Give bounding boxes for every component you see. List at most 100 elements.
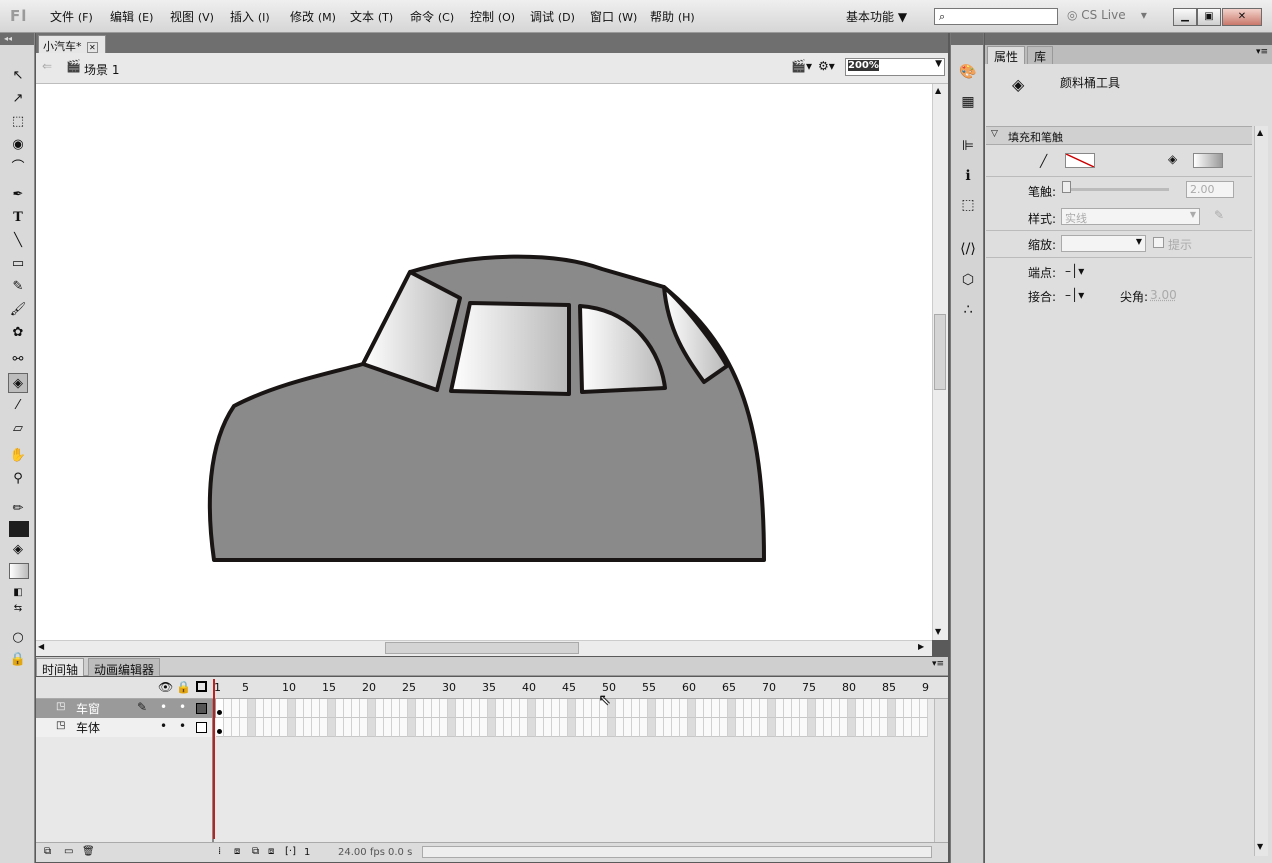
frame-cell[interactable]	[336, 718, 344, 737]
stroke-color-icon[interactable]: ✏	[8, 499, 28, 519]
frame-cell[interactable]	[816, 718, 824, 737]
frame-cell[interactable]	[848, 699, 856, 718]
frame-cell[interactable]	[840, 718, 848, 737]
frame-cell[interactable]	[224, 699, 232, 718]
new-folder-icon[interactable]: ▭	[64, 846, 73, 857]
frame-cell[interactable]	[424, 699, 432, 718]
rectangle-tool-icon[interactable]: ▭	[8, 254, 28, 274]
collapse-icon[interactable]: ◂◂	[0, 33, 34, 45]
keyframe-dot[interactable]	[217, 729, 222, 734]
frame-cell[interactable]	[336, 699, 344, 718]
panel-menu-icon[interactable]: ▾≡	[932, 659, 944, 669]
outline-color-box[interactable]	[196, 703, 207, 714]
frame-cell[interactable]	[624, 699, 632, 718]
frame-cell[interactable]	[552, 718, 560, 737]
frame-cell[interactable]	[480, 699, 488, 718]
scroll-down-icon[interactable]: ▼	[935, 627, 941, 636]
outline-color-box[interactable]	[196, 722, 207, 733]
frame-cell[interactable]	[296, 718, 304, 737]
eraser-tool-icon[interactable]: ▱	[8, 419, 28, 439]
frame-cell[interactable]	[568, 718, 576, 737]
frame-cell[interactable]	[472, 699, 480, 718]
frame-cell[interactable]	[320, 699, 328, 718]
frame-cell[interactable]	[920, 699, 928, 718]
frame-cell[interactable]	[472, 718, 480, 737]
frame-rate[interactable]: 24.00 fps	[338, 847, 385, 858]
frame-cell[interactable]	[752, 699, 760, 718]
visibility-dot[interactable]: •	[160, 719, 167, 733]
menu-text[interactable]: 文本 (T)	[350, 8, 393, 25]
swatches-panel-icon[interactable]: ▦	[959, 93, 977, 111]
frame-cell[interactable]	[448, 718, 456, 737]
frame-cell[interactable]	[456, 699, 464, 718]
frame-cell[interactable]	[440, 718, 448, 737]
frame-cell[interactable]	[672, 718, 680, 737]
info-panel-icon[interactable]: ℹ	[959, 167, 977, 185]
join-select[interactable]: –│▾	[1065, 288, 1084, 302]
stroke-width-input[interactable]: 2.00	[1186, 181, 1234, 198]
frame-cell[interactable]	[648, 699, 656, 718]
frame-cell[interactable]	[632, 699, 640, 718]
frame-cell[interactable]	[376, 718, 384, 737]
layer-name[interactable]: 车体	[76, 719, 100, 736]
frame-cell[interactable]	[408, 699, 416, 718]
frame-cell[interactable]	[880, 699, 888, 718]
frame-cell[interactable]	[520, 699, 528, 718]
free-transform-icon[interactable]: ⬚	[8, 112, 28, 132]
frame-cell[interactable]	[232, 718, 240, 737]
frame-cell[interactable]	[408, 718, 416, 737]
stroke-slider[interactable]	[1066, 188, 1169, 191]
frame-cell[interactable]	[272, 699, 280, 718]
tab-library[interactable]: 库	[1027, 46, 1054, 64]
panel-menu-icon[interactable]: ▾≡	[1256, 47, 1268, 57]
frame-cell[interactable]	[856, 718, 864, 737]
timeline-vertical-scrollbar[interactable]	[934, 699, 948, 842]
selection-tool-icon[interactable]: ↖	[8, 66, 28, 86]
frame-cell[interactable]	[280, 718, 288, 737]
frame-cell[interactable]	[800, 699, 808, 718]
frame-cell[interactable]	[784, 699, 792, 718]
frame-cell[interactable]	[800, 718, 808, 737]
document-tab[interactable]: 小汽车* ✕	[38, 35, 106, 53]
frame-cell[interactable]	[896, 699, 904, 718]
text-tool-icon[interactable]: T	[8, 208, 28, 228]
frame-cell[interactable]	[744, 699, 752, 718]
line-tool-icon[interactable]: ╲	[8, 231, 28, 251]
lock-icon[interactable]: 🔒	[176, 680, 191, 694]
frame-cell[interactable]	[768, 718, 776, 737]
frame-cell[interactable]	[616, 699, 624, 718]
frame-cell[interactable]	[808, 699, 816, 718]
stroke-slider-thumb[interactable]	[1062, 181, 1071, 193]
frame-cell[interactable]	[768, 699, 776, 718]
frame-cell[interactable]	[848, 718, 856, 737]
frame-cell[interactable]	[344, 718, 352, 737]
frame-cell[interactable]	[504, 699, 512, 718]
frame-cell[interactable]	[400, 718, 408, 737]
frame-cell[interactable]	[288, 699, 296, 718]
frame-cell[interactable]	[728, 718, 736, 737]
transform-panel-icon[interactable]: ⬚	[959, 196, 977, 214]
frame-cell[interactable]	[680, 699, 688, 718]
layer-name[interactable]: 车窗	[76, 700, 100, 717]
frame-cell[interactable]	[416, 699, 424, 718]
frame-cell[interactable]	[896, 718, 904, 737]
fill-color-icon[interactable]: ◈	[8, 540, 28, 560]
layer-row[interactable]: ◳ 车窗 ✎ • •	[36, 699, 216, 718]
frame-cell[interactable]	[344, 699, 352, 718]
help-search-input[interactable]: ⌕	[934, 8, 1058, 25]
onion-skin-icon[interactable]: ⧈	[234, 846, 240, 857]
eyedropper-tool-icon[interactable]: ⁄	[8, 396, 28, 416]
frame-cell[interactable]	[504, 718, 512, 737]
frame-cell[interactable]	[352, 718, 360, 737]
frame-cell[interactable]	[248, 718, 256, 737]
menu-window[interactable]: 窗口 (W)	[590, 8, 637, 25]
lock-dot[interactable]: •	[179, 700, 186, 714]
frame-cell[interactable]	[232, 699, 240, 718]
frame-cell[interactable]	[752, 718, 760, 737]
frame-cell[interactable]	[776, 718, 784, 737]
frame-cell[interactable]	[304, 718, 312, 737]
frame-cell[interactable]	[368, 718, 376, 737]
frame-cell[interactable]	[640, 699, 648, 718]
frame-cell[interactable]	[744, 718, 752, 737]
frame-cell[interactable]	[272, 718, 280, 737]
